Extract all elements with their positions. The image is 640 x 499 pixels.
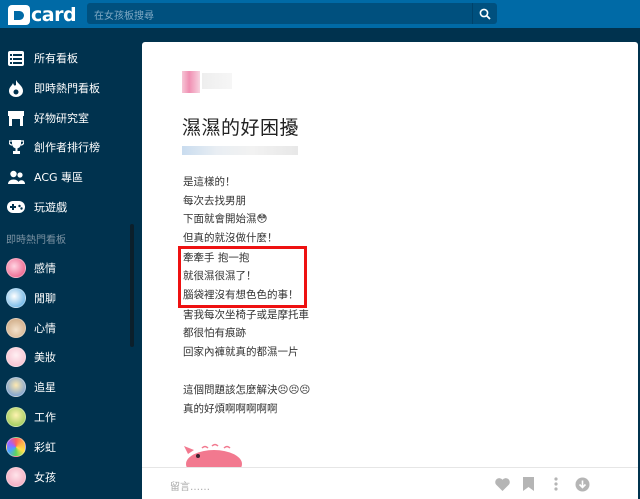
board-avatar — [6, 318, 26, 338]
post-body-line: 回家內褲就真的都濕一片 — [183, 346, 299, 358]
board-avatar — [6, 407, 26, 427]
post-footer: 留言…… — [142, 467, 638, 499]
post-body-line: 害我每次坐椅子或是摩托車 — [183, 309, 309, 321]
board-avatar — [6, 377, 26, 397]
blurred-post-meta — [182, 146, 298, 155]
board-label: 追星 — [34, 381, 56, 394]
sidebar-board-item[interactable]: 心情 — [0, 315, 130, 341]
sidebar-item-acg[interactable]: ACG 專區 — [0, 164, 130, 190]
fire-icon — [7, 79, 25, 97]
sidebar-board-item[interactable]: 追星 — [0, 374, 130, 400]
sidebar-board-item[interactable]: 工作 — [0, 404, 130, 430]
board-label: 女孩 — [34, 471, 56, 484]
store-icon — [7, 109, 25, 127]
sidebar-item-goods-lab[interactable]: 好物研究室 — [0, 105, 130, 131]
sticker-image — [184, 443, 242, 470]
dcard-logo[interactable]: card — [8, 4, 77, 26]
search-button[interactable] — [472, 3, 497, 24]
gamepad-icon — [7, 198, 25, 216]
sidebar-item-all-boards[interactable]: 所有看板 — [0, 45, 130, 71]
list-icon — [7, 49, 25, 67]
board-label: 感情 — [34, 262, 56, 275]
sidebar-board-item[interactable]: 感情 — [0, 255, 130, 281]
search-icon — [479, 8, 491, 20]
sidebar-section-title: 即時熱門看板 — [6, 235, 66, 246]
board-label: 美妝 — [34, 351, 56, 364]
search-input[interactable]: 在女孩板搜尋 — [87, 3, 472, 24]
board-avatar — [6, 347, 26, 367]
comment-input[interactable]: 留言…… — [170, 478, 210, 493]
post-card: 濕濕的好困擾 是這樣的！ 每次去找男朋 下面就會開始濕😳 但真的就沒做什麼！ 牽… — [142, 42, 638, 499]
board-avatar — [6, 258, 26, 278]
post-body-line: 這個問題該怎麼解決😣😣😣 — [183, 384, 311, 396]
sidebar-board-item[interactable]: 彩虹 — [0, 434, 130, 460]
post-body-line: 每次去找男朋 — [183, 195, 246, 207]
board-label: 彩虹 — [34, 441, 56, 454]
trophy-icon — [7, 138, 25, 156]
post-body-line: 真的好煩啊啊啊啊啊 — [183, 403, 278, 415]
sidebar-scrollbar[interactable] — [130, 224, 134, 347]
sidebar-item-creator-ranking[interactable]: 創作者排行榜 — [0, 134, 130, 160]
sidebar-item-label: 創作者排行榜 — [34, 141, 100, 154]
post-body-line: 下面就會開始濕😳 — [183, 213, 268, 225]
logo-text: card — [31, 4, 77, 26]
board-label: 心情 — [34, 322, 56, 335]
post-body-line: 是這樣的！ — [183, 176, 236, 188]
board-avatar — [6, 437, 26, 457]
sidebar-item-hot-boards[interactable]: 即時熱門看板 — [0, 75, 130, 101]
sidebar-item-label: 好物研究室 — [34, 112, 89, 125]
post-body-line: 但真的就沒做什麼！ — [183, 232, 278, 244]
top-bar: card 在女孩板搜尋 — [0, 0, 640, 28]
post-title: 濕濕的好困擾 — [182, 117, 300, 139]
blurred-author-avatar — [182, 71, 200, 93]
heart-icon[interactable] — [494, 476, 510, 492]
sidebar: 所有看板 即時熱門看板 好物研究室 創作者排行榜 ACG 專區 玩遊戲 即時熱門… — [0, 28, 140, 499]
board-label: 閒聊 — [34, 292, 56, 305]
board-avatar — [6, 288, 26, 308]
sidebar-item-label: ACG 專區 — [34, 171, 84, 184]
board-avatar — [6, 467, 26, 487]
bookmark-icon[interactable] — [520, 476, 536, 492]
sidebar-board-item[interactable]: 女孩 — [0, 464, 130, 490]
sidebar-board-item[interactable]: 閒聊 — [0, 285, 130, 311]
blurred-author-name — [202, 73, 232, 89]
sidebar-item-games[interactable]: 玩遊戲 — [0, 194, 130, 220]
more-options-icon[interactable] — [548, 476, 564, 492]
sidebar-item-label: 玩遊戲 — [34, 201, 67, 214]
red-highlight-box — [178, 246, 307, 308]
post-body-line: 都很怕有痕跡 — [183, 327, 246, 339]
sidebar-item-label: 所有看板 — [34, 52, 78, 65]
sidebar-item-label: 即時熱門看板 — [34, 82, 100, 95]
board-label: 工作 — [34, 411, 56, 424]
users-icon — [7, 168, 25, 186]
sidebar-board-item[interactable]: 美妝 — [0, 344, 130, 370]
scroll-down-icon[interactable] — [574, 476, 590, 492]
logo-mark-icon — [8, 5, 30, 25]
